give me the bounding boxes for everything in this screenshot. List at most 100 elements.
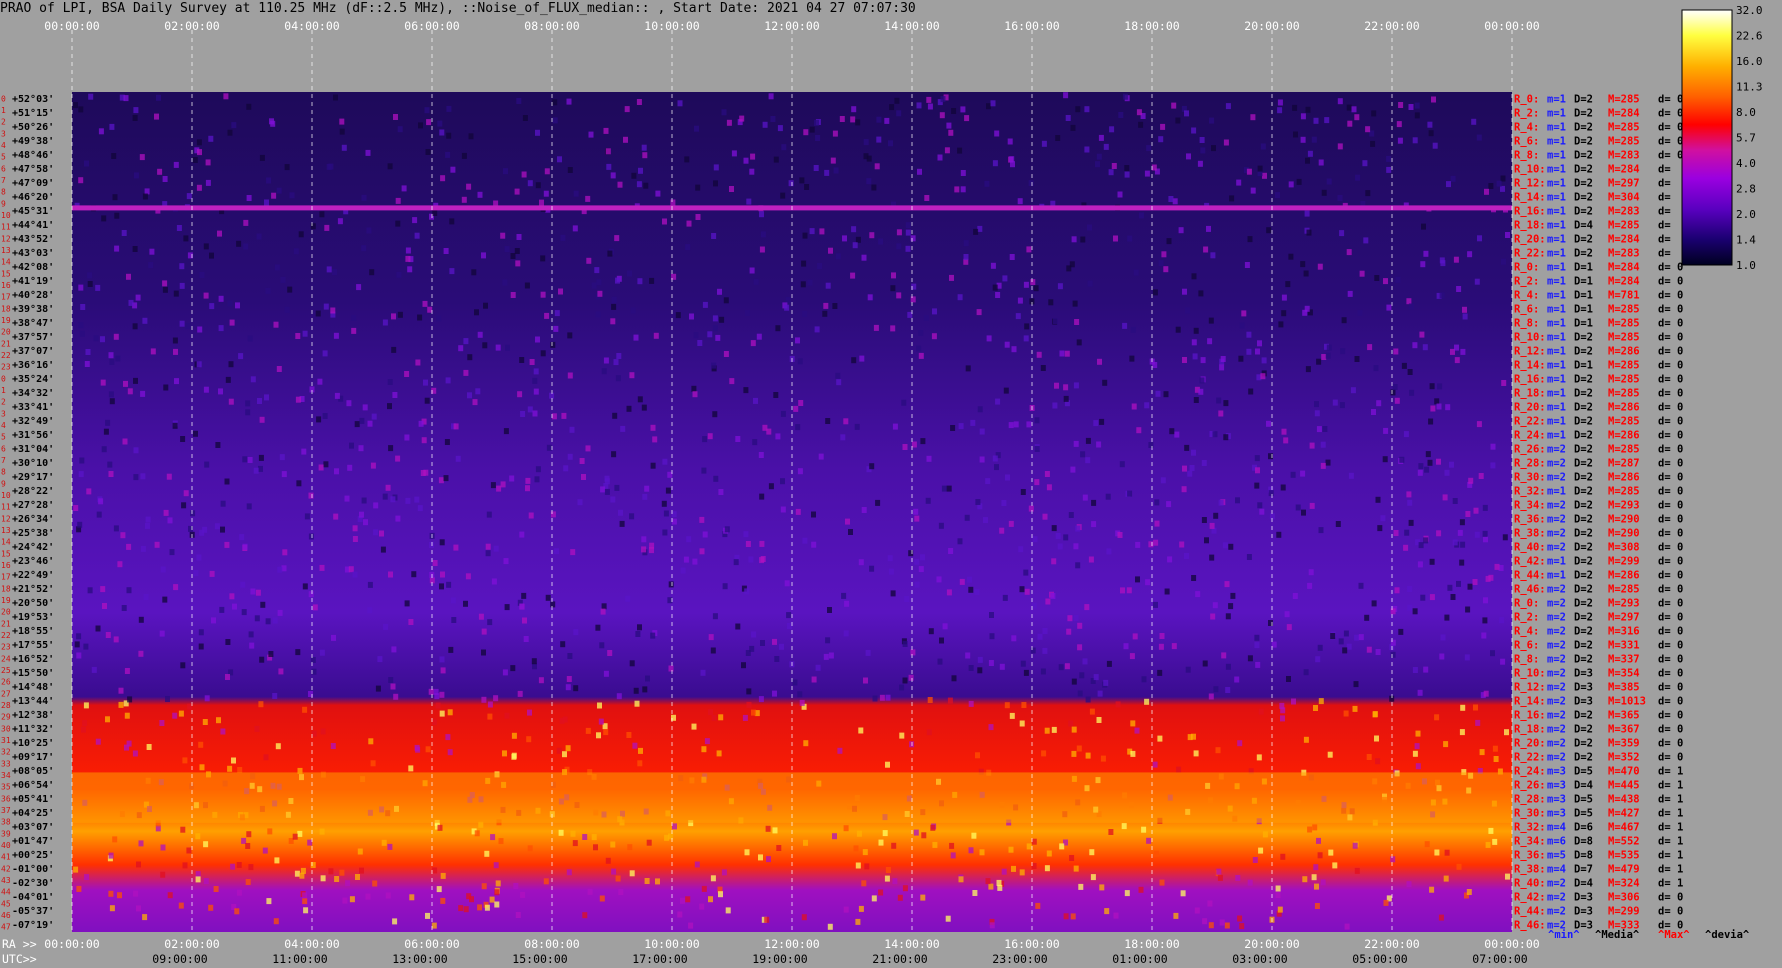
noise-cell [874,163,880,170]
stat-d: d= 0 [1658,570,1683,582]
noise-cell [1370,140,1376,147]
row-index-label: 41 [1,853,11,862]
declination-label: +29°17' [12,472,54,483]
stat-D: D=3 [1574,892,1593,904]
noise-cell [105,716,110,723]
noise-cell [449,268,455,275]
noise-cell [552,117,558,124]
noise-cell [615,277,620,284]
noise-cell [529,359,535,365]
stat-r: R_12: [1514,682,1546,694]
noise-cell [1394,397,1400,404]
stat-D: D=1 [1574,318,1593,330]
noise-cell [535,466,541,473]
colorbar-label: 2.0 [1736,208,1756,221]
noise-cell [100,586,106,593]
stat-M: M=284 [1608,108,1640,120]
noise-cell [1008,520,1014,527]
noise-cell [1364,614,1370,621]
noise-cell [951,108,957,114]
noise-cell [948,548,954,554]
noise-cell [624,106,630,113]
noise-cell [1322,426,1328,432]
noise-cell [1213,512,1219,519]
noise-cell [405,497,411,504]
noise-cell [858,559,864,566]
noise-cell [1126,587,1132,594]
noise-cell [167,892,173,899]
noise-cell [1225,663,1231,670]
noise-cell [994,130,1000,137]
noise-cell [266,177,272,184]
noise-cell [1473,704,1478,711]
noise-cell [1337,98,1343,105]
noise-cell [1167,556,1173,563]
stat-d: d= 0 [1658,514,1683,526]
noise-cell [369,269,375,276]
noise-cell [1304,210,1310,217]
noise-cell [328,868,334,875]
noise-cell [588,131,594,138]
noise-cell [1479,749,1485,756]
noise-cell [1377,525,1383,532]
noise-cell [1207,338,1213,345]
noise-cell [139,154,145,161]
heatmap-chart: 00:00:00 02:00:00 04:00:00 06:00:00 08:00:00… [1,4,1763,966]
noise-cell [1286,676,1291,682]
noise-cell [779,643,784,650]
noise-cell [1312,824,1318,831]
noise-cell [902,444,908,450]
noise-cell [960,170,966,176]
noise-cell [633,687,639,694]
noise-cell [954,186,960,193]
noise-cell [481,696,487,703]
noise-cell [768,93,774,100]
noise-cell [573,190,579,197]
noise-cell [527,180,533,187]
noise-cell [948,129,954,136]
noise-cell [322,350,328,357]
noise-cell [319,828,325,835]
noise-cell [154,541,160,548]
noise-cell [1490,443,1496,450]
noise-cell [1293,131,1298,138]
noise-cell [528,512,534,519]
noise-cell [1259,508,1265,515]
stat-M: M=308 [1608,542,1640,554]
noise-cell [533,368,539,375]
noise-cell [1309,502,1315,509]
stat-D: D=2 [1574,542,1593,554]
stat-r: R_10: [1514,668,1546,680]
noise-cell [599,642,605,649]
noise-cell [246,103,252,110]
stat-m: m=1 [1547,206,1566,218]
noise-cell [540,350,546,357]
noise-cell [86,488,92,495]
stat-m: m=1 [1547,136,1566,148]
noise-cell [1115,701,1121,708]
noise-cell [708,709,713,716]
noise-cell [1224,922,1230,929]
noise-cell [896,292,902,299]
noise-cell [414,232,420,239]
noise-cell [1434,849,1440,856]
stat-m: m=1 [1547,304,1566,316]
noise-cell [1241,310,1247,317]
noise-cell [1236,179,1242,186]
stat-d: d= 0 [1658,374,1683,386]
noise-cell [333,513,339,520]
stat-r: R_8: [1514,318,1539,330]
noise-cell [319,649,325,656]
noise-cell [799,177,805,184]
noise-cell [1427,459,1433,466]
stat-D: D=5 [1574,808,1593,820]
noise-cell [567,332,573,339]
noise-cell [1266,227,1272,234]
stat-d: d= 0 [1658,486,1683,498]
stat-m: m=2 [1547,500,1566,512]
noise-cell [443,248,449,254]
noise-cell [1179,541,1185,548]
noise-cell [1239,322,1245,329]
noise-cell [1091,499,1097,506]
declination-label: +11°32' [12,724,54,735]
